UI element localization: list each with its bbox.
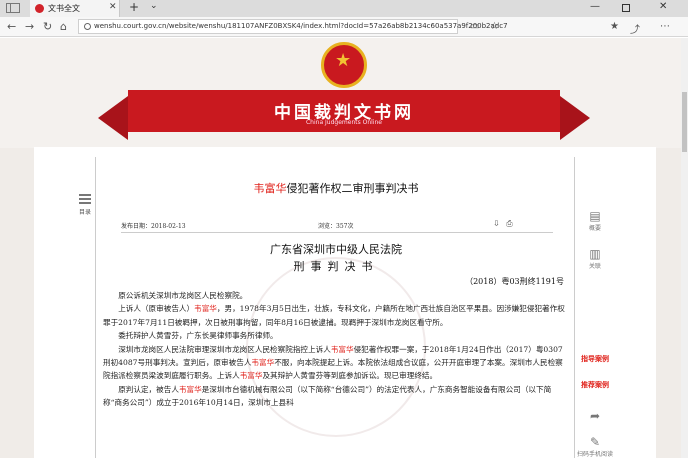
document-title-name: 韦富华 <box>253 182 287 195</box>
summary-label: 概要 <box>588 225 601 232</box>
court-name: 广东省深圳市中级人民法院 <box>270 243 402 256</box>
view-count: 浏览：357次 <box>318 223 354 230</box>
tab-title: 文书全文 <box>48 4 80 13</box>
highlighted-name[interactable]: 韦富华 <box>194 304 217 313</box>
scrollbar-thumb[interactable] <box>682 92 687 152</box>
guide-case-button[interactable]: 指导案例 <box>575 355 615 364</box>
new-tab-button[interactable]: + <box>129 0 139 14</box>
content-panel: 目录 韦富华侵犯著作权二审刑事判决书 发布日期：2018-02-13 浏览：35… <box>34 147 656 458</box>
share-icon[interactable]: ⤴ <box>630 21 640 36</box>
judgment-body: 原公诉机关深圳市龙岗区人民检察院。上诉人（原审被告人）韦富华，男，1978年3月… <box>103 289 569 410</box>
tab-menu-chevron-icon[interactable]: ⌄ <box>150 1 158 11</box>
judgment-paragraph: 深圳市龙岗区人民法院审理深圳市龙岗区人民检察院指控上诉人韦富华侵犯著作权罪一案，… <box>103 343 569 383</box>
paragraph-text: 原公诉机关深圳市龙岗区人民检察院。 <box>118 291 248 300</box>
related-label: 关联 <box>588 263 601 270</box>
paragraph-text: 深圳市龙岗区人民法院审理深圳市龙岗区人民检察院指控上诉人 <box>118 344 331 354</box>
tab-bar: 文书全文 ✕ + ⌄ — ✕ <box>0 0 688 17</box>
document-viewer: 韦富华侵犯著作权二审刑事判决书 发布日期：2018-02-13 浏览：357次 … <box>95 157 575 458</box>
edit-pencil-icon: ✎ <box>589 435 601 449</box>
back-button[interactable]: ← <box>7 20 16 33</box>
tab-actions-icon[interactable] <box>6 3 20 13</box>
court-favicon-icon <box>35 4 44 13</box>
judgment-paragraph: 上诉人（原审被告人）韦富华，男，1978年3月5日出生，壮族，专科文化，户籍所在… <box>103 302 569 329</box>
page-scrollbar[interactable] <box>681 38 688 458</box>
toc-label: 目录 <box>79 209 92 216</box>
court-emblem-icon: ★ <box>321 42 367 88</box>
feedback-button[interactable]: ✎ 扫码手机阅读 <box>575 435 615 458</box>
summary-button[interactable]: ▤ 概要 <box>575 209 615 232</box>
paragraph-text: 原判认定，被告人 <box>118 384 179 394</box>
share-arrow-icon: ➦ <box>589 409 601 423</box>
highlighted-name[interactable]: 韦富华 <box>179 385 202 394</box>
document-tools: ⇩ ⎙ <box>493 219 513 229</box>
related-button[interactable]: ▥ 关联 <box>575 247 615 270</box>
browser-tab[interactable]: 文书全文 ✕ <box>30 0 120 17</box>
favorite-icon[interactable]: ☆ <box>490 21 499 32</box>
share-button[interactable]: ➦ <box>575 409 615 423</box>
recommend-case-label: 推荐案例 <box>581 381 609 389</box>
favorites-list-icon[interactable]: ★ <box>610 21 619 32</box>
tab-close-icon[interactable]: ✕ <box>109 2 117 12</box>
minimize-button[interactable]: — <box>590 1 600 12</box>
recommend-case-button[interactable]: 推荐案例 <box>575 381 615 390</box>
summary-doc-icon: ▤ <box>589 209 601 223</box>
reading-mode-icon[interactable]: ▭ <box>470 21 479 32</box>
highlighted-name[interactable]: 韦富华 <box>240 371 263 380</box>
site-subtitle: China Judgements Online <box>305 119 382 126</box>
judgment-paragraph: 委托辩护人黄雪芬，广东长昊律师事务所律师。 <box>103 329 569 342</box>
window-close-button[interactable]: ✕ <box>659 1 667 12</box>
document-title-rest: 侵犯著作权二审刑事判决书 <box>286 182 419 195</box>
web-page: ★ 中国裁判文书网 China Judgements Online 目录 韦富华… <box>0 38 688 458</box>
publish-date: 发布日期：2018-02-13 <box>121 223 186 230</box>
judgment-paragraph: 原公诉机关深圳市龙岗区人民检察院。 <box>103 289 569 302</box>
list-icon <box>79 194 91 206</box>
paragraph-text: 委托辩护人黄雪芬，广东长昊律师事务所律师。 <box>118 331 278 341</box>
paragraph-text: 及其辩护人黄雪芬等到庭参加诉讼。现已审理终结。 <box>262 371 438 381</box>
navigation-bar: ← → ↻ ⌂ wenshu.court.gov.cn/website/wens… <box>0 17 688 37</box>
more-menu-icon[interactable]: ⋯ <box>660 21 670 32</box>
judgment-paragraph: 原判认定，被告人韦富华是深圳市台德机械有限公司（以下简称“台德公司”）的法定代表… <box>103 383 569 410</box>
related-doc-icon: ▥ <box>589 247 601 261</box>
highlighted-name[interactable]: 韦富华 <box>251 358 274 367</box>
site-info-icon[interactable] <box>84 23 91 30</box>
document-type: 刑事判决书 <box>293 260 379 273</box>
url-text[interactable]: wenshu.court.gov.cn/website/wenshu/18110… <box>94 22 508 30</box>
document-title: 韦富华侵犯著作权二审刑事判决书 <box>96 180 574 196</box>
divider <box>121 232 553 233</box>
guide-case-label: 指导案例 <box>581 355 609 363</box>
highlighted-name[interactable]: 韦富华 <box>331 345 354 354</box>
download-icon[interactable]: ⇩ <box>493 219 500 228</box>
address-bar[interactable]: wenshu.court.gov.cn/website/wenshu/18110… <box>78 19 508 34</box>
emblem-star-icon: ★ <box>335 50 352 71</box>
paragraph-text: 上诉人（原审被告人） <box>118 304 195 314</box>
feedback-label: 扫码手机阅读 <box>576 451 613 458</box>
toc-button[interactable]: 目录 <box>79 194 93 216</box>
home-button[interactable]: ⌂ <box>60 20 67 33</box>
forward-button[interactable]: → <box>25 20 34 33</box>
refresh-button[interactable]: ↻ <box>43 20 52 33</box>
case-number: （2018）粤03刑终1191号 <box>465 277 564 286</box>
print-icon[interactable]: ⎙ <box>506 219 512 228</box>
maximize-button[interactable] <box>622 4 630 12</box>
